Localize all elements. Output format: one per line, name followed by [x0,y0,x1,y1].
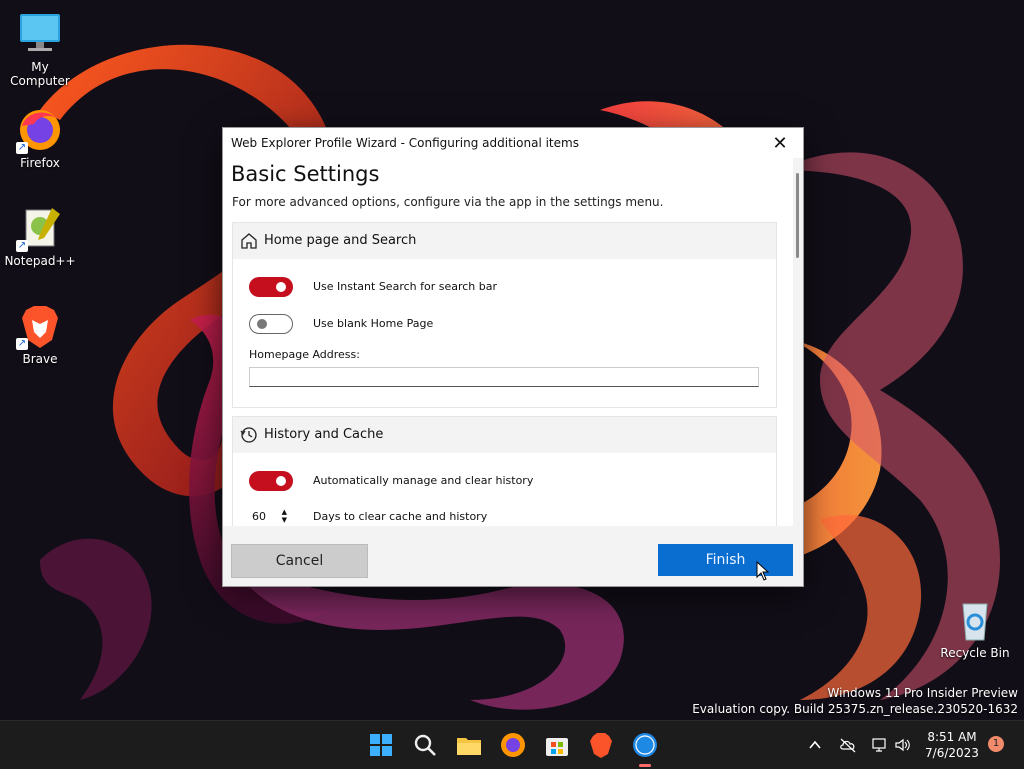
mouse-cursor-icon [756,561,770,581]
file-explorer-icon[interactable] [454,730,484,760]
volume-icon[interactable] [894,736,912,754]
firefox-icon: ↗ [16,106,64,154]
close-button[interactable]: ✕ [765,132,795,156]
history-icon [240,427,257,443]
desktop-icon-label: My Computer [10,60,70,88]
brave-icon: ↗ [16,302,64,350]
chevron-up-icon[interactable] [808,738,822,752]
blank-home-page-toggle[interactable] [249,314,293,334]
finish-button[interactable]: Finish [658,544,793,576]
toggle-knob [257,319,267,329]
windows-start-icon[interactable] [366,730,396,760]
desktop-icon-notepadpp[interactable]: ↗ Notepad++ [0,204,80,268]
stepper-value: 60 [252,510,266,523]
section-title: Home page and Search [264,233,417,248]
shortcut-arrow-icon: ↗ [16,240,28,252]
desktop-icon-recycle-bin[interactable]: Recycle Bin [935,596,1015,660]
firefox-icon[interactable] [498,730,528,760]
vertical-scrollbar[interactable] [796,173,799,258]
homepage-address-label: Homepage Address: [249,348,360,361]
recycle-bin-icon [951,596,999,644]
brave-icon[interactable] [586,730,616,760]
desktop-icon-label: Firefox [20,156,60,170]
dialog-title: Web Explorer Profile Wizard - Configurin… [231,136,579,150]
desktop-icon-label: Notepad++ [4,254,76,268]
desktop-icon-label: Recycle Bin [940,646,1010,660]
desktop-icon-label: Brave [22,352,58,366]
toggle-knob [276,476,286,486]
desktop-icon-my-computer[interactable]: My Computer [0,10,80,88]
section-header: History and Cache [233,417,776,453]
clock-time: 8:51 AM [927,730,977,744]
watermark-line-2: Evaluation copy. Build 25375.zn_release.… [692,702,1018,716]
days-to-clear-label: Days to clear cache and history [313,510,488,523]
days-to-clear-stepper[interactable]: 60 ▲ ▼ [249,507,291,526]
cloud-offline-icon[interactable] [839,736,857,754]
monitor-icon [16,10,64,58]
auto-clear-history-toggle[interactable] [249,471,293,491]
network-icon[interactable] [871,736,889,754]
web-explorer-icon[interactable] [630,730,660,767]
shortcut-arrow-icon: ↗ [16,142,28,154]
homepage-address-input[interactable] [249,367,759,387]
notepadpp-icon: ↗ [16,204,64,252]
section-history-and-cache: History and Cache Automatically manage a… [232,416,777,526]
taskbar-clock[interactable]: 8:51 AM 7/6/2023 [920,729,984,761]
desktop-icon-firefox[interactable]: ↗ Firefox [0,106,80,170]
instant-search-toggle[interactable] [249,277,293,297]
profile-wizard-dialog: Web Explorer Profile Wizard - Configurin… [222,127,804,587]
home-icon [241,233,257,249]
instant-search-label: Use Instant Search for search bar [313,280,498,293]
section-header: Home page and Search [233,223,776,259]
store-icon[interactable] [542,730,572,760]
evaluation-watermark: Windows 11 Pro Insider Preview Evaluatio… [692,685,1018,717]
toggle-knob [276,282,286,292]
notification-badge[interactable]: 1 [988,736,1004,752]
watermark-line-1: Windows 11 Pro Insider Preview [827,686,1018,700]
shortcut-arrow-icon: ↗ [16,338,28,350]
section-title: History and Cache [264,427,384,442]
blank-home-page-label: Use blank Home Page [313,317,434,330]
desktop-icon-brave[interactable]: ↗ Brave [0,302,80,366]
section-home-page-and-search: Home page and Search Use Instant Search … [232,222,777,408]
dialog-titlebar[interactable]: Web Explorer Profile Wizard - Configurin… [223,128,803,158]
cancel-button[interactable]: Cancel [231,544,368,578]
dialog-footer: Cancel Finish [223,526,803,586]
clock-date: 7/6/2023 [925,746,979,760]
page-title: Basic Settings [231,162,380,186]
taskbar: 8:51 AM 7/6/2023 1 [0,720,1024,769]
auto-clear-history-label: Automatically manage and clear history [313,474,534,487]
stepper-arrows-icon[interactable]: ▲ ▼ [282,508,287,524]
dialog-content-scroll[interactable]: Basic Settings For more advanced options… [223,158,793,526]
page-subtitle: For more advanced options, configure via… [232,195,664,209]
search-icon[interactable] [410,730,440,760]
close-icon: ✕ [772,133,788,154]
